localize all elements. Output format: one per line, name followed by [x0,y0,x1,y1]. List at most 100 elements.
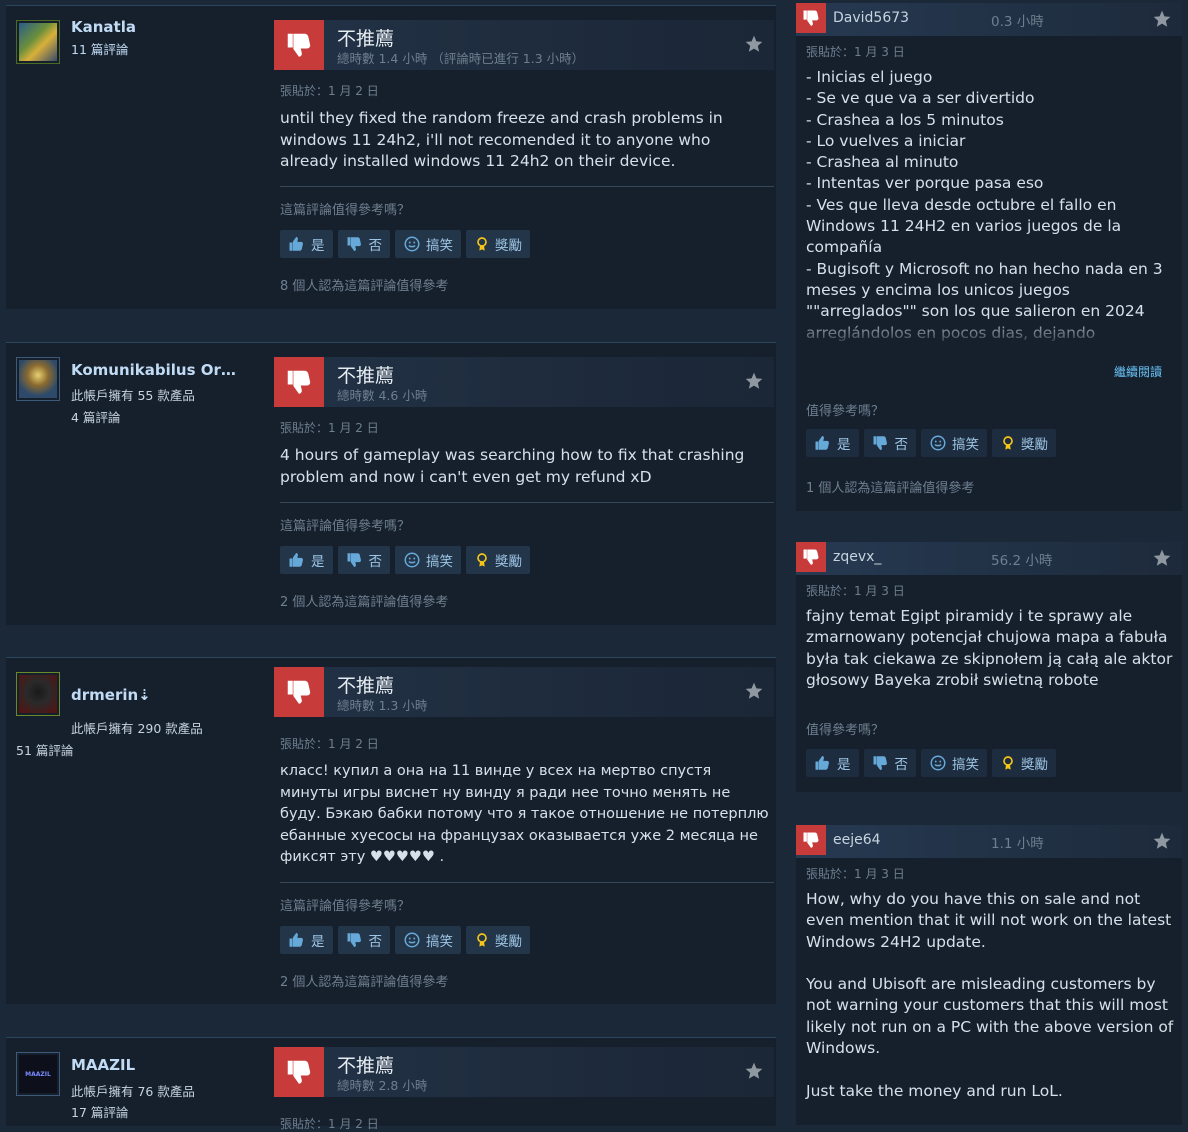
thumbs-down-icon [872,754,890,772]
helpful-count: 2 個人認為這篇評論值得參考 [280,975,449,990]
persona-name[interactable]: MAAZIL [71,1056,135,1074]
vote-header[interactable]: 不推薦 總時數 1.3 小時 [274,667,774,717]
vote-no-button[interactable]: 否 [863,749,916,777]
thumbs-down-icon [796,825,826,855]
vote-header[interactable]: 不推薦 總時數 1.4 小時 （評論時已進行 1.3 小時） [274,20,774,70]
playtime: 0.3 小時 [991,14,1044,30]
review-count[interactable]: 11 篇評論 [71,39,128,58]
posted-date: 張貼於：1 月 2 日 [280,421,379,435]
award-label: 獎勵 [495,238,522,254]
vote-title: 不推薦 [337,675,395,697]
avatar[interactable] [16,357,60,401]
star-icon[interactable] [1152,831,1172,851]
content-fade [796,315,1182,345]
vote-header[interactable]: David5673 0.3 小時 [796,3,1182,36]
no-label: 否 [368,238,383,254]
helpful-question: 這篇評論值得參考嗎？ [280,519,411,534]
vote-yes-button[interactable]: 是 [806,749,859,777]
star-icon[interactable] [1152,548,1172,568]
helpful-question: 值得參考嗎？ [806,723,885,738]
review-content: класс! купил а она на 11 винде у всех на… [280,763,769,865]
vote-yes-button[interactable]: 是 [280,230,333,258]
vote-funny-button[interactable]: 搞笑 [395,926,461,954]
persona-name[interactable]: eeje64 [833,832,881,848]
persona-name[interactable]: drmerin⇣ [71,686,151,704]
award-button[interactable]: 獎勵 [466,926,530,954]
review-card-compact: David5673 0.3 小時 張貼於：1 月 3 日 - Inicias e… [796,3,1182,511]
award-icon [1000,754,1016,772]
avatar[interactable]: MAAZIL [16,1052,60,1096]
vote-yes-button[interactable]: 是 [280,926,333,954]
review-body: 不推薦 總時數 1.3 小時 張貼於：1 月 2 日 класс! купил … [274,667,774,990]
vote-header[interactable]: 不推薦 總時數 4.6 小時 [274,357,774,407]
star-icon[interactable] [744,371,764,391]
helpful-count: 2 個人認為這篇評論值得參考 [280,595,449,610]
persona-name[interactable]: zqevx_ [833,549,881,565]
thumbs-down-icon [274,1047,324,1097]
review-card: MAAZIL MAAZIL 此帳戶擁有 76 款產品 17 篇評論 不推薦 總時… [6,1037,776,1131]
playtime: 總時數 1.4 小時 （評論時已進行 1.3 小時） [337,51,585,66]
vote-funny-button[interactable]: 搞笑 [921,749,987,777]
vote-header[interactable]: 不推薦 總時數 2.8 小時 [274,1047,774,1097]
star-icon[interactable] [1152,9,1172,29]
vote-funny-button[interactable]: 搞笑 [395,230,461,258]
award-button[interactable]: 獎勵 [992,429,1056,457]
thumbs-down-icon [274,667,324,717]
yes-label: 是 [311,238,325,254]
funny-label: 搞笑 [426,554,453,570]
persona-name[interactable]: Kanatla [71,18,136,36]
vote-header[interactable]: zqevx_ 56.2 小時 [796,542,1182,575]
review-card-compact: zqevx_ 56.2 小時 張貼於：1 月 3 日 fajny temat E… [796,542,1182,792]
yes-label: 是 [837,757,851,773]
vote-yes-button[interactable]: 是 [806,429,859,457]
award-button[interactable]: 獎勵 [466,546,530,574]
product-count[interactable]: 此帳戶擁有 76 款產品 [71,1081,195,1100]
posted-date: 張貼於：1 月 2 日 [280,84,379,98]
thumbs-up-icon [814,434,832,452]
thumbs-down-icon [796,3,826,33]
yes-label: 是 [311,554,325,570]
product-count[interactable]: 此帳戶擁有 55 款產品 [71,385,195,404]
read-more-link[interactable]: 繼續閱讀 [1114,363,1162,380]
vote-funny-button[interactable]: 搞笑 [395,546,461,574]
star-icon[interactable] [744,34,764,54]
product-count[interactable]: 此帳戶擁有 290 款產品 [71,718,203,737]
thumbs-down-icon [274,357,324,407]
vote-no-button[interactable]: 否 [863,429,916,457]
vote-no-button[interactable]: 否 [337,230,390,258]
no-label: 否 [368,934,383,950]
review-body: 不推薦 總時數 4.6 小時 張貼於：1 月 2 日 4 hours of ga… [274,357,774,610]
vote-no-button[interactable]: 否 [337,926,390,954]
review-count[interactable]: 17 篇評論 [71,1102,128,1121]
thumbs-up-icon [288,931,306,949]
no-label: 否 [368,554,383,570]
vote-funny-button[interactable]: 搞笑 [921,429,987,457]
review-count[interactable]: 4 篇評論 [71,407,120,426]
star-icon[interactable] [744,1061,764,1081]
funny-label: 搞笑 [426,238,453,254]
persona-name[interactable]: David5673 [833,10,909,26]
award-button[interactable]: 獎勵 [466,230,530,258]
review-content: until they fixed the random freeze and c… [280,109,723,170]
star-icon[interactable] [744,681,764,701]
award-icon [1000,434,1016,452]
vote-yes-button[interactable]: 是 [280,546,333,574]
divider [280,882,774,883]
award-button[interactable]: 獎勵 [992,749,1056,777]
vote-header[interactable]: eeje64 1.1 小時 [796,825,1182,858]
vote-no-button[interactable]: 否 [337,546,390,574]
review-card: drmerin⇣ 此帳戶擁有 290 款產品 51 篇評論 不推薦 總時數 1.… [6,657,776,1004]
persona-name[interactable]: Komunikabilus Oran... [71,361,246,379]
review-count[interactable]: 51 篇評論 [16,740,73,759]
thumbs-down-icon [346,931,364,949]
avatar[interactable] [16,672,60,716]
vote-title: 不推薦 [337,365,395,387]
helpful-question: 這篇評論值得參考嗎？ [280,899,411,914]
helpful-question: 這篇評論值得參考嗎？ [280,203,411,218]
award-icon [474,235,490,253]
review-content: - Inicias el juego - Se ve que va a ser … [806,68,1163,342]
smiley-icon [403,931,421,949]
no-label: 否 [894,757,909,773]
award-label: 獎勵 [495,554,522,570]
avatar[interactable] [16,20,60,64]
